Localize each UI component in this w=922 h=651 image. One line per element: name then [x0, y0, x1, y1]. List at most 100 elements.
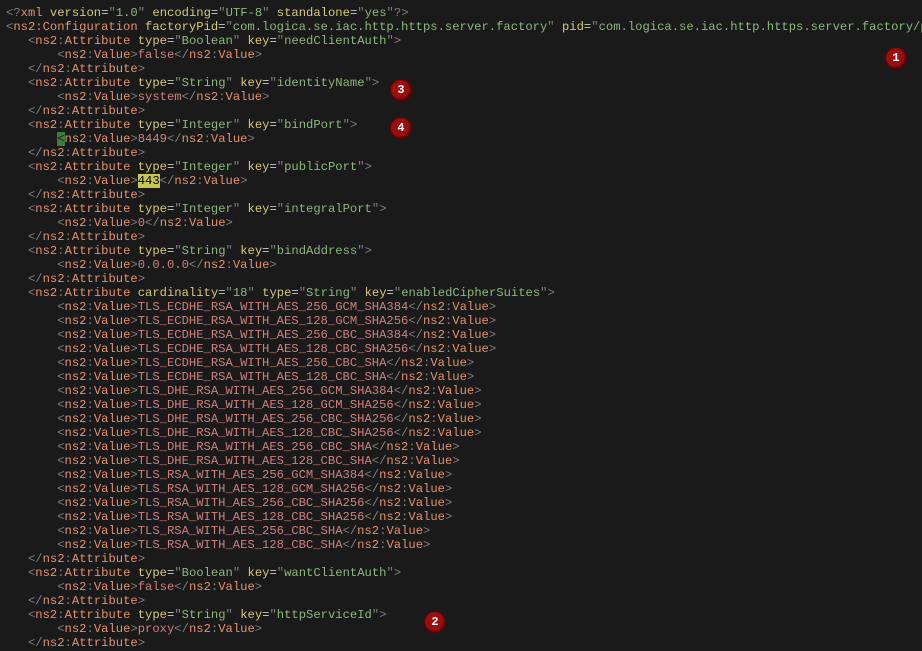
attr-name: cardinality [138, 286, 218, 300]
value-text: 443 [138, 174, 160, 188]
value-tag: Value [94, 370, 131, 384]
value-tag: Value [94, 300, 131, 314]
code-line: </ns2:Attribute> [6, 146, 916, 160]
attr-value: String [182, 244, 226, 258]
configuration-tag: ns2:Configuration [13, 20, 137, 34]
punct: <? [6, 6, 21, 20]
value-tag: Value [94, 174, 131, 188]
code-line: <ns2:Value>TLS_ECDHE_RSA_WITH_AES_256_GC… [6, 300, 916, 314]
attr-value: httpServiceId [277, 608, 372, 622]
value-text: TLS_RSA_WITH_AES_256_GCM_SHA384 [138, 468, 365, 482]
value-tag: Value [94, 384, 131, 398]
attr-value: Integer [182, 160, 233, 174]
value-tag: Value [94, 328, 131, 342]
code-line: <ns2:Value>8449</ns2:Value> [6, 132, 916, 146]
value-text: TLS_ECDHE_RSA_WITH_AES_128_CBC_SHA256 [138, 342, 409, 356]
attribute-tag: Attribute [65, 34, 131, 48]
code-line: <ns2:Value>TLS_DHE_RSA_WITH_AES_128_GCM_… [6, 398, 916, 412]
code-line: <ns2:Value>0.0.0.0</ns2:Value> [6, 258, 916, 272]
attr-name: key [365, 286, 387, 300]
attr-name: type [138, 202, 167, 216]
value-text: TLS_DHE_RSA_WITH_AES_128_CBC_SHA256 [138, 426, 394, 440]
code-line: <ns2:Value>TLS_DHE_RSA_WITH_AES_256_CBC_… [6, 440, 916, 454]
code-line: <ns2:Value>TLS_ECDHE_RSA_WITH_AES_256_CB… [6, 328, 916, 342]
value-text: TLS_DHE_RSA_WITH_AES_128_CBC_SHA [138, 454, 372, 468]
code-line: <ns2:Attribute type="Boolean" key="wantC… [6, 566, 916, 580]
attr-name: encoding [152, 6, 211, 20]
code-line: <ns2:Attribute type="Integer" key="publi… [6, 160, 916, 174]
attribute-tag: Attribute [65, 286, 131, 300]
attr-value: Boolean [182, 566, 233, 580]
value-tag: Value [94, 496, 131, 510]
value-tag: Value [94, 538, 131, 552]
code-line: <ns2:Value>TLS_ECDHE_RSA_WITH_AES_256_CB… [6, 356, 916, 370]
value-text: system [138, 90, 182, 104]
attribute-tag: Attribute [65, 160, 131, 174]
value-tag: Value [94, 622, 131, 636]
cursor-position: < [57, 132, 64, 146]
annotation-badge-3: 3 [391, 80, 411, 100]
annotation-badge-2: 2 [425, 612, 445, 632]
value-text: TLS_ECDHE_RSA_WITH_AES_256_GCM_SHA384 [138, 300, 409, 314]
value-tag: Value [94, 454, 131, 468]
attribute-tag: Attribute [65, 566, 131, 580]
value-text: TLS_DHE_RSA_WITH_AES_256_CBC_SHA [138, 440, 372, 454]
value-tag: Value [94, 356, 131, 370]
code-editor[interactable]: <?xml version="1.0" encoding="UTF-8" sta… [0, 0, 922, 651]
value-text: 0 [138, 216, 145, 230]
value-text: TLS_DHE_RSA_WITH_AES_256_CBC_SHA256 [138, 412, 394, 426]
attr-name: type [262, 286, 291, 300]
code-line: <ns2:Value>TLS_ECDHE_RSA_WITH_AES_128_CB… [6, 370, 916, 384]
attr-name: version [50, 6, 101, 20]
attr-name: type [138, 244, 167, 258]
code-line: <ns2:Value>0</ns2:Value> [6, 216, 916, 230]
code-line: <ns2:Value>false</ns2:Value> [6, 48, 916, 62]
attr-value: enabledCipherSuites [401, 286, 540, 300]
annotation-badge-1: 1 [886, 48, 906, 68]
attribute-tag: Attribute [65, 608, 131, 622]
value-tag: Value [94, 580, 131, 594]
attr-value: bindPort [284, 118, 343, 132]
attr-name: key [248, 566, 270, 580]
attr-value: UTF-8 [226, 6, 263, 20]
code-line: </ns2:Attribute> [6, 636, 916, 650]
value-text: TLS_ECDHE_RSA_WITH_AES_128_GCM_SHA256 [138, 314, 409, 328]
attribute-tag: Attribute [65, 202, 131, 216]
attr-name: type [138, 160, 167, 174]
attribute-tag: Attribute [65, 118, 131, 132]
value-text: TLS_DHE_RSA_WITH_AES_256_GCM_SHA384 [138, 384, 394, 398]
code-line: <ns2:Value>TLS_RSA_WITH_AES_128_CBC_SHA2… [6, 510, 916, 524]
code-line: <ns2:Value>false</ns2:Value> [6, 580, 916, 594]
attr-value: Integer [182, 202, 233, 216]
attribute-tag: Attribute [65, 244, 131, 258]
attr-value: bindAddress [277, 244, 357, 258]
value-tag: Value [94, 216, 131, 230]
code-line: <ns2:Value>TLS_ECDHE_RSA_WITH_AES_128_CB… [6, 342, 916, 356]
code-line: <?xml version="1.0" encoding="UTF-8" sta… [6, 6, 916, 20]
value-tag: Value [94, 426, 131, 440]
attr-value: publicPort [284, 160, 357, 174]
code-line: <ns2:Attribute type="String" key="httpSe… [6, 608, 916, 622]
attr-value: 18 [233, 286, 248, 300]
attr-value: Integer [182, 118, 233, 132]
value-tag: Value [94, 314, 131, 328]
attr-name: type [138, 566, 167, 580]
code-line: </ns2:Attribute> [6, 594, 916, 608]
attr-value: String [182, 76, 226, 90]
code-line: </ns2:Attribute> [6, 272, 916, 286]
value-tag: Value [94, 48, 131, 62]
value-tag: Value [94, 90, 131, 104]
code-line: <ns2:Attribute type="String" key="identi… [6, 76, 916, 90]
attr-name: key [248, 202, 270, 216]
attr-value: needClientAuth [284, 34, 386, 48]
value-text: TLS_RSA_WITH_AES_128_CBC_SHA [138, 538, 343, 552]
value-text: 8449 [138, 132, 167, 146]
code-line: <ns2:Attribute cardinality="18" type="St… [6, 286, 916, 300]
code-line: <ns2:Value>system</ns2:Value> [6, 90, 916, 104]
code-line: </ns2:Attribute> [6, 62, 916, 76]
value-text: false [138, 48, 175, 62]
code-line: <ns2:Value>TLS_DHE_RSA_WITH_AES_256_CBC_… [6, 412, 916, 426]
attr-name: key [248, 160, 270, 174]
value-text: TLS_RSA_WITH_AES_128_GCM_SHA256 [138, 482, 365, 496]
value-tag: Value [94, 440, 131, 454]
